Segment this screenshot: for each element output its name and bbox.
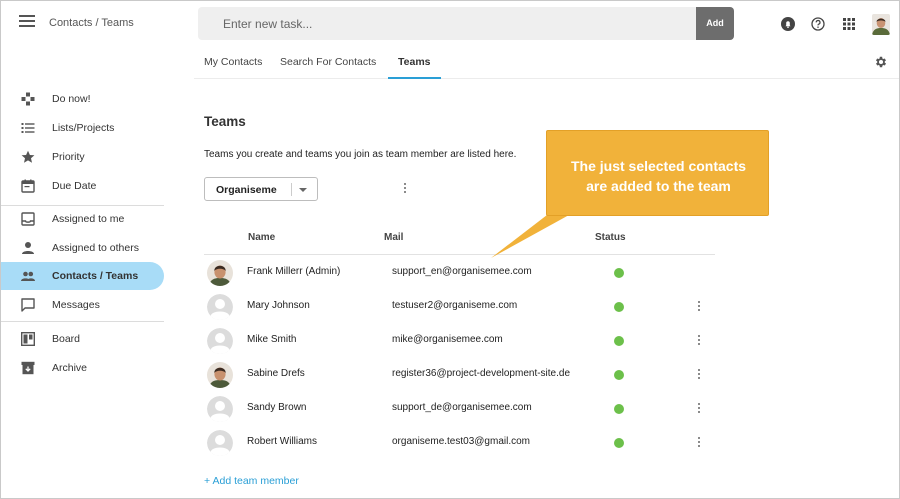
help-icon[interactable] xyxy=(811,17,825,31)
member-name: Frank Millerr (Admin) xyxy=(247,266,341,277)
table-row: Mary Johnson testuser2@organiseme.com xyxy=(204,289,715,323)
sidebar-divider xyxy=(1,321,164,322)
team-options-menu-icon[interactable] xyxy=(401,182,409,196)
member-mail: support_de@organisemee.com xyxy=(392,402,532,413)
notifications-icon[interactable] xyxy=(781,17,795,31)
sidebar-item-label: Messages xyxy=(52,299,100,311)
sidebar-item-label: Lists/Projects xyxy=(52,122,115,134)
column-header-name: Name xyxy=(248,232,276,243)
table-row: Sandy Brown support_de@organisemee.com xyxy=(204,391,715,425)
page-description: Teams you create and teams you join as t… xyxy=(204,149,517,160)
tab-my-contacts[interactable]: My Contacts xyxy=(194,45,272,79)
status-online-dot xyxy=(614,370,624,380)
table-row: Robert Williams organiseme.test03@gmail.c… xyxy=(204,425,715,459)
column-header-mail: Mail xyxy=(384,232,404,243)
member-mail: testuser2@organiseme.com xyxy=(392,300,518,311)
sidebar-item-label: Due Date xyxy=(52,180,97,192)
inbox-icon xyxy=(21,212,35,226)
add-task-button[interactable]: Add xyxy=(696,7,734,40)
member-mail: organiseme.test03@gmail.com xyxy=(392,436,530,447)
star-icon xyxy=(21,150,35,163)
callout-text: The just selected contacts are added to … xyxy=(547,156,770,196)
member-mail: mike@organisemee.com xyxy=(392,334,503,345)
sidebar-item-label: Assigned to me xyxy=(52,213,125,225)
page-title: Teams xyxy=(204,114,246,129)
member-options-menu-icon[interactable] xyxy=(695,368,703,382)
sidebar-item-label: Do now! xyxy=(52,93,91,105)
new-task-input[interactable] xyxy=(198,7,695,40)
app-window: Contacts / Teams Add xyxy=(0,0,900,499)
callout-line-1: The just selected contacts xyxy=(570,158,747,174)
member-avatar xyxy=(207,396,233,422)
chat-icon xyxy=(21,298,35,312)
status-online-dot xyxy=(614,404,624,414)
member-name: Sandy Brown xyxy=(247,402,307,413)
member-options-menu-icon[interactable] xyxy=(695,300,703,314)
new-task-bar: Add xyxy=(198,7,734,40)
tab-search-for-contacts[interactable]: Search For Contacts xyxy=(270,45,386,79)
sidebar-item-assigned-to-others[interactable]: Assigned to others xyxy=(1,234,164,262)
team-select-value: Organiseme xyxy=(216,184,277,196)
user-avatar[interactable] xyxy=(872,14,890,35)
member-avatar xyxy=(207,294,233,320)
person-icon xyxy=(22,242,34,254)
member-avatar xyxy=(207,328,233,354)
sidebar-item-assigned-to-me[interactable]: Assigned to me xyxy=(1,205,164,233)
sidebar-item-label: Assigned to others xyxy=(52,242,139,254)
member-mail: register36@project-development-site.de xyxy=(392,368,571,379)
member-options-menu-icon[interactable] xyxy=(695,334,703,348)
member-name: Mike Smith xyxy=(247,334,297,345)
member-name: Mary Johnson xyxy=(247,300,310,311)
calendar-icon xyxy=(21,179,35,193)
settings-gear-icon[interactable] xyxy=(874,55,888,69)
sidebar-item-label: Archive xyxy=(52,362,88,374)
apps-grid-icon[interactable] xyxy=(842,17,856,31)
tab-teams[interactable]: Teams xyxy=(388,45,441,79)
member-options-menu-icon[interactable] xyxy=(695,402,703,416)
sidebar-item-contacts-teams[interactable]: Contacts / Teams xyxy=(1,262,164,290)
app-title: Contacts / Teams xyxy=(49,17,134,29)
sidebar-item-do-now[interactable]: Do now! xyxy=(1,85,164,113)
team-select[interactable]: Organiseme xyxy=(204,177,318,201)
gamepad-icon xyxy=(21,92,35,106)
member-avatar xyxy=(207,362,233,388)
status-online-dot xyxy=(614,336,624,346)
table-row: Frank Millerr (Admin) support_en@organise… xyxy=(204,255,715,289)
select-divider xyxy=(291,183,292,196)
member-name: Robert Williams xyxy=(247,436,318,447)
status-online-dot xyxy=(614,438,624,448)
status-online-dot xyxy=(614,302,624,312)
sidebar-item-priority[interactable]: Priority xyxy=(1,143,164,171)
sidebar-item-lists-projects[interactable]: Lists/Projects xyxy=(1,114,164,142)
sidebar-item-messages[interactable]: Messages xyxy=(1,291,164,319)
table-row: Mike Smith mike@organisemee.com xyxy=(204,323,715,357)
chevron-down-icon xyxy=(299,188,307,192)
sidebar-item-label: Board xyxy=(52,333,81,345)
hamburger-menu-icon[interactable] xyxy=(19,15,35,29)
sidebar-item-due-date[interactable]: Due Date xyxy=(1,172,164,200)
sidebar-item-archive[interactable]: Archive xyxy=(1,354,164,382)
callout-line-2: are added to the team xyxy=(586,178,731,194)
member-options-menu-icon[interactable] xyxy=(695,436,703,450)
callout-pointer xyxy=(491,215,569,258)
sidebar-item-board[interactable]: Board xyxy=(1,325,164,353)
member-avatar xyxy=(207,430,233,456)
archive-icon xyxy=(21,361,35,375)
add-team-member-link[interactable]: + Add team member xyxy=(204,475,299,487)
member-name: Sabine Drefs xyxy=(247,368,305,379)
status-online-dot xyxy=(614,268,624,278)
top-bar: Contacts / Teams Add xyxy=(1,1,899,45)
board-icon xyxy=(21,332,35,346)
list-icon xyxy=(21,123,35,133)
sidebar-item-label: Contacts / Teams xyxy=(52,270,139,282)
people-icon xyxy=(21,271,35,281)
member-mail: support_en@organisemee.com xyxy=(392,266,532,277)
contacts-tabs: My Contacts Search For Contacts Teams xyxy=(194,45,899,79)
column-header-status: Status xyxy=(595,232,626,243)
table-row: Sabine Drefs register36@project-developme… xyxy=(204,357,715,391)
member-avatar xyxy=(207,260,233,286)
tutorial-callout: The just selected contacts are added to … xyxy=(546,130,769,216)
sidebar-item-label: Priority xyxy=(52,151,85,163)
